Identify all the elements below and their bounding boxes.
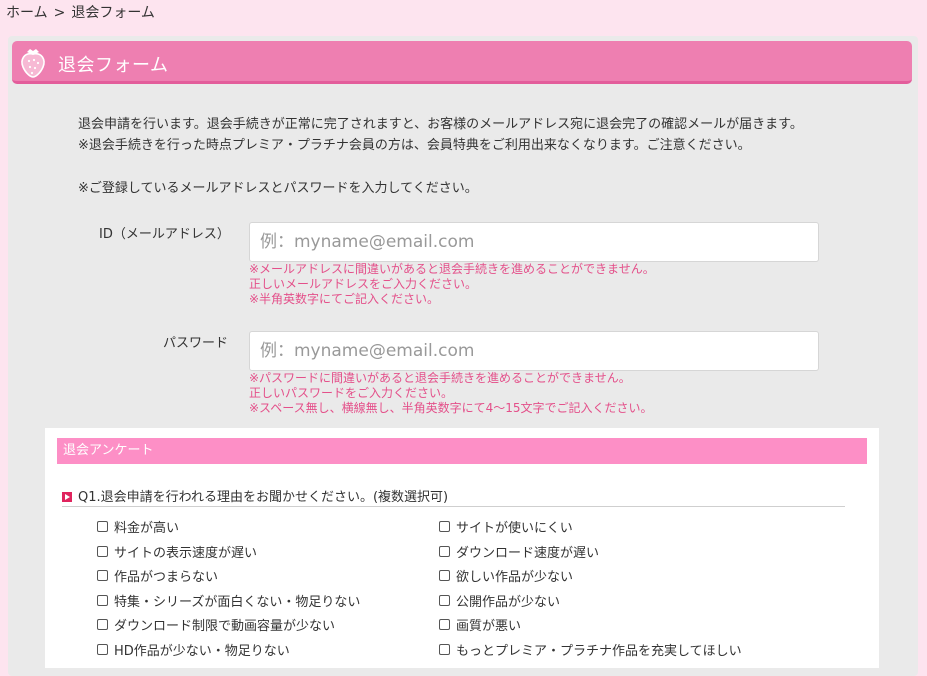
password-note-3: ※スペース無し、横線無し、半角英数字にて4〜15文字でご記入ください。	[249, 401, 653, 415]
id-note-1: ※メールアドレスに間違いがあると退会手続きを進めることができません。	[249, 262, 655, 276]
option-slow-download[interactable]: ダウンロード速度が遅い	[439, 541, 599, 561]
option-label: 公開作品が少ない	[456, 594, 561, 610]
password-field[interactable]	[249, 331, 819, 371]
breadcrumb-separator: >	[53, 5, 66, 21]
option-label: HD作品が少ない・物足りない	[114, 643, 290, 659]
option-more-premium[interactable]: もっとプレミア・プラチナ作品を充実してほしい	[439, 639, 742, 659]
checkbox[interactable]	[97, 569, 108, 581]
option-label: 料金が高い	[114, 520, 180, 536]
question-1-title: Q1.退会申請を行われる理由をお聞かせください。(複数選択可)	[62, 486, 845, 507]
breadcrumb-current: 退会フォーム	[71, 5, 155, 21]
option-price-high[interactable]: 料金が高い	[97, 516, 179, 536]
option-few-published[interactable]: 公開作品が少ない	[439, 590, 560, 610]
checkbox[interactable]	[439, 569, 450, 581]
password-label: パスワード	[163, 336, 229, 351]
page-title-bar: 退会フォーム	[12, 41, 912, 84]
intro-line-1: 退会申請を行います。退会手続きが正常に完了されますと、お客様のメールアドレス宛に…	[78, 117, 803, 132]
option-label: 作品がつまらない	[114, 569, 219, 585]
breadcrumb: ホーム > 退会フォーム	[6, 2, 155, 22]
option-few-wanted[interactable]: 欲しい作品が少ない	[439, 565, 573, 585]
password-note-2: 正しいパスワードをご入力ください。	[249, 386, 454, 400]
password-notes: ※パスワードに間違いがあると退会手続きを進めることができません。 正しいパスワー…	[249, 371, 653, 416]
question-1-text: Q1.退会申請を行われる理由をお聞かせください。(複数選択可)	[78, 490, 449, 505]
option-label: 欲しい作品が少ない	[456, 569, 574, 585]
option-features-dull[interactable]: 特集・シリーズが面白くない・物足りない	[97, 590, 360, 610]
option-label: 画質が悪い	[456, 618, 522, 634]
option-slow-site[interactable]: サイトの表示速度が遅い	[97, 541, 257, 561]
option-hard-to-use[interactable]: サイトが使いにくい	[439, 516, 573, 536]
intro-line-2: ※退会手続きを行った時点プレミア・プラチナ会員の方は、会員特典をご利用出来なくな…	[78, 138, 751, 153]
question-marker-icon	[62, 491, 72, 502]
option-download-limit[interactable]: ダウンロード制限で動画容量が少ない	[97, 614, 335, 634]
id-note-2: 正しいメールアドレスをご入力ください。	[249, 277, 478, 291]
option-boring-works[interactable]: 作品がつまらない	[97, 565, 218, 585]
id-label: ID（メールアドレス）	[99, 227, 230, 242]
checkbox[interactable]	[439, 643, 450, 655]
option-label: ダウンロード速度が遅い	[456, 545, 600, 561]
survey-header: 退会アンケート	[57, 438, 867, 464]
option-label: サイトの表示速度が遅い	[114, 545, 258, 561]
option-label: もっとプレミア・プラチナ作品を充実してほしい	[456, 643, 742, 659]
checkbox[interactable]	[439, 618, 450, 630]
option-label: サイトが使いにくい	[456, 520, 573, 536]
id-notes: ※メールアドレスに間違いがあると退会手続きを進めることができません。 正しいメー…	[249, 262, 655, 307]
checkbox[interactable]	[439, 545, 450, 557]
email-field[interactable]	[249, 222, 819, 262]
strawberry-icon	[18, 46, 48, 78]
checkbox[interactable]	[97, 643, 108, 655]
id-note-3: ※半角英数字にてご記入ください。	[249, 292, 440, 306]
intro-line-3: ※ご登録しているメールアドレスとパスワードを入力してください。	[78, 181, 478, 196]
option-bad-quality[interactable]: 画質が悪い	[439, 614, 521, 634]
option-label: ダウンロード制限で動画容量が少ない	[114, 618, 336, 634]
intro-text: 退会申請を行います。退会手続きが正常に完了されますと、お客様のメールアドレス宛に…	[78, 114, 803, 199]
password-note-1: ※パスワードに間違いがあると退会手続きを進めることができません。	[249, 371, 631, 385]
checkbox[interactable]	[439, 594, 450, 606]
option-few-hd[interactable]: HD作品が少ない・物足りない	[97, 639, 290, 659]
checkbox[interactable]	[97, 594, 108, 606]
checkbox[interactable]	[97, 545, 108, 557]
checkbox[interactable]	[97, 618, 108, 630]
option-label: 特集・シリーズが面白くない・物足りない	[114, 594, 361, 610]
checkbox[interactable]	[439, 520, 450, 532]
breadcrumb-home-link[interactable]: ホーム	[6, 5, 48, 21]
page-title: 退会フォーム	[58, 55, 169, 76]
checkbox[interactable]	[97, 520, 108, 532]
